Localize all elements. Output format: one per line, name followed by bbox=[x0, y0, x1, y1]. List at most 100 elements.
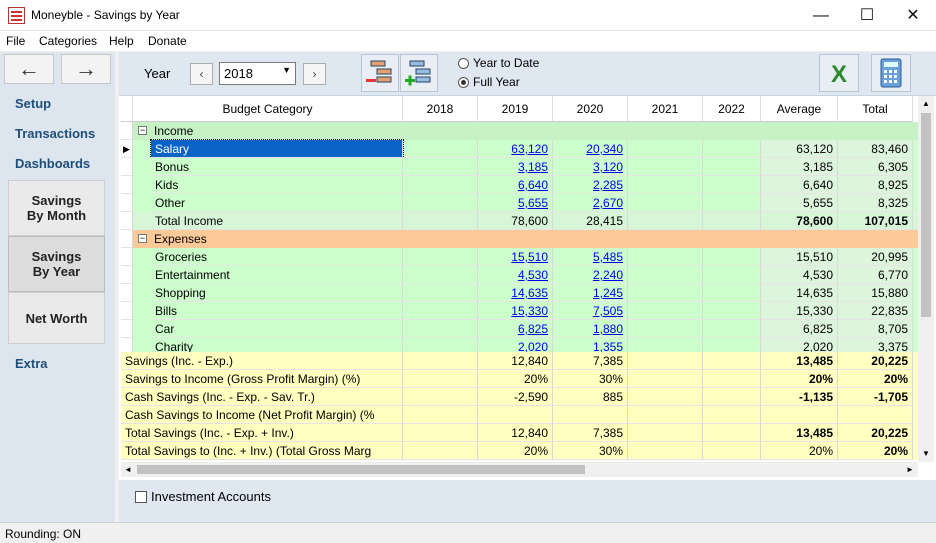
previous-year-button[interactable]: ‹ bbox=[190, 63, 213, 85]
column-header[interactable]: 2021 bbox=[628, 96, 703, 122]
sidebar-item-savings-by-year[interactable]: Savings By Year bbox=[8, 236, 105, 292]
row-selector[interactable] bbox=[121, 212, 133, 230]
total-income-row[interactable]: Total Income 78,600 28,415 78,600 107,015 bbox=[121, 212, 918, 230]
column-header[interactable]: 2019 bbox=[478, 96, 553, 122]
value-cell[interactable]: 63,120 bbox=[478, 140, 553, 158]
scroll-down-icon[interactable]: ▼ bbox=[918, 446, 934, 462]
menu-categories[interactable]: Categories bbox=[39, 34, 97, 48]
collapse-tree-button[interactable] bbox=[361, 54, 399, 92]
value-cell[interactable]: 5,485 bbox=[553, 248, 628, 266]
value-cell[interactable]: 6,825 bbox=[478, 320, 553, 338]
sidebar-item-transactions[interactable]: Transactions bbox=[15, 126, 95, 141]
value-cell[interactable]: 2,240 bbox=[553, 266, 628, 284]
collapse-minus-icon[interactable]: − bbox=[138, 126, 147, 135]
value-cell: 15,330 bbox=[761, 302, 838, 320]
table-row[interactable]: Shopping 14,635 1,245 14,635 15,880 bbox=[121, 284, 918, 302]
sidebar-item-savings-by-month[interactable]: Savings By Month bbox=[8, 180, 105, 236]
radio-dot bbox=[458, 76, 469, 88]
menu-donate[interactable]: Donate bbox=[148, 34, 187, 48]
summary-row[interactable]: Total Savings (Inc. - Exp. + Inv.) 12,840… bbox=[121, 424, 918, 442]
row-selector[interactable] bbox=[121, 266, 133, 284]
column-header[interactable]: 2020 bbox=[553, 96, 628, 122]
sidebar-item-net-worth[interactable]: Net Worth bbox=[8, 292, 105, 344]
row-selector[interactable] bbox=[121, 194, 133, 212]
column-header[interactable]: 2022 bbox=[703, 96, 761, 122]
forward-arrow-icon[interactable]: → bbox=[61, 54, 111, 84]
export-excel-button[interactable]: X bbox=[819, 54, 859, 92]
horizontal-scrollbar[interactable]: ◄ ► bbox=[121, 462, 918, 477]
value-cell[interactable]: 3,185 bbox=[478, 158, 553, 176]
year-select[interactable]: 2018 ▼ bbox=[219, 62, 296, 85]
back-arrow-icon[interactable]: ← bbox=[4, 54, 54, 84]
toolbar: Year ‹ 2018 ▼ › Year to Date Full Year X bbox=[119, 52, 936, 96]
column-header[interactable]: 2018 bbox=[403, 96, 478, 122]
value-cell: 8,925 bbox=[838, 176, 913, 194]
sidebar-item-dashboards[interactable]: Dashboards bbox=[15, 156, 90, 171]
sidebar-item-setup[interactable]: Setup bbox=[15, 96, 51, 111]
value-cell[interactable]: 2,285 bbox=[553, 176, 628, 194]
scroll-right-icon[interactable]: ► bbox=[903, 462, 917, 477]
value-cell[interactable]: 1,245 bbox=[553, 284, 628, 302]
horizontal-scroll-thumb[interactable] bbox=[137, 465, 585, 474]
column-header[interactable]: Average bbox=[761, 96, 838, 122]
maximize-button[interactable]: ☐ bbox=[844, 0, 890, 31]
summary-value bbox=[703, 352, 761, 370]
row-selector[interactable] bbox=[121, 176, 133, 194]
table-row[interactable]: Car 6,825 1,880 6,825 8,705 bbox=[121, 320, 918, 338]
table-row[interactable]: Entertainment 4,530 2,240 4,530 6,770 bbox=[121, 266, 918, 284]
value-cell bbox=[703, 158, 761, 176]
row-selector[interactable] bbox=[121, 302, 133, 320]
summary-row[interactable]: Cash Savings (Inc. - Exp. - Sav. Tr.) -2,… bbox=[121, 388, 918, 406]
next-year-button[interactable]: › bbox=[303, 63, 326, 85]
expand-tree-button[interactable] bbox=[400, 54, 438, 92]
value-cell[interactable]: 2,670 bbox=[553, 194, 628, 212]
category-cell: Entertainment bbox=[151, 266, 403, 284]
row-selector[interactable] bbox=[121, 284, 133, 302]
value-cell[interactable]: 6,640 bbox=[478, 176, 553, 194]
minimize-button[interactable]: — bbox=[798, 0, 844, 31]
budget-grid[interactable]: Budget Category 2018 2019 2020 2021 2022 Avera… bbox=[121, 96, 918, 462]
value-cell[interactable]: 4,530 bbox=[478, 266, 553, 284]
calculator-button[interactable] bbox=[871, 54, 911, 92]
column-header[interactable]: Budget Category bbox=[133, 96, 403, 122]
summary-row[interactable]: Total Savings to (Inc. + Inv.) (Total Gr… bbox=[121, 442, 918, 460]
vertical-scrollbar[interactable]: ▲ ▼ bbox=[918, 96, 934, 462]
row-selector[interactable] bbox=[121, 248, 133, 266]
value-cell[interactable]: 7,505 bbox=[553, 302, 628, 320]
menu-help[interactable]: Help bbox=[109, 34, 134, 48]
scroll-left-icon[interactable]: ◄ bbox=[121, 462, 135, 477]
value-cell[interactable]: 14,635 bbox=[478, 284, 553, 302]
radio-full-year[interactable]: Full Year bbox=[458, 75, 520, 89]
collapse-minus-icon[interactable]: − bbox=[138, 234, 147, 243]
radio-year-to-date[interactable]: Year to Date bbox=[458, 56, 539, 70]
value-cell[interactable]: 15,330 bbox=[478, 302, 553, 320]
scroll-up-icon[interactable]: ▲ bbox=[918, 96, 934, 112]
table-row[interactable]: Other 5,655 2,670 5,655 8,325 bbox=[121, 194, 918, 212]
vertical-scroll-thumb[interactable] bbox=[921, 113, 931, 317]
table-row[interactable]: ▶ Salary 63,120 20,340 63,120 83,460 bbox=[121, 139, 918, 159]
value-cell: 6,825 bbox=[761, 320, 838, 338]
summary-row[interactable]: Cash Savings to Income (Net Profit Margi… bbox=[121, 406, 918, 424]
row-selector[interactable] bbox=[121, 158, 133, 176]
summary-value: 12,840 bbox=[478, 352, 553, 370]
summary-row[interactable]: Savings (Inc. - Exp.) 12,840 7,385 13,485 20… bbox=[121, 352, 918, 370]
current-row-arrow-icon[interactable]: ▶ bbox=[121, 140, 133, 158]
value-cell[interactable]: 20,340 bbox=[553, 140, 628, 158]
table-row[interactable]: Groceries 15,510 5,485 15,510 20,995 bbox=[121, 248, 918, 266]
expenses-group-header[interactable]: − Expenses bbox=[121, 230, 918, 248]
menu-file[interactable]: File bbox=[6, 34, 25, 48]
table-row[interactable]: Kids 6,640 2,285 6,640 8,925 bbox=[121, 176, 918, 194]
income-group-header[interactable]: − Income bbox=[121, 122, 918, 140]
summary-row[interactable]: Savings to Income (Gross Profit Margin) … bbox=[121, 370, 918, 388]
column-header[interactable]: Total bbox=[838, 96, 913, 122]
value-cell[interactable]: 15,510 bbox=[478, 248, 553, 266]
sidebar-item-extra[interactable]: Extra bbox=[15, 356, 48, 371]
value-cell[interactable]: 3,120 bbox=[553, 158, 628, 176]
value-cell[interactable]: 5,655 bbox=[478, 194, 553, 212]
investment-accounts-checkbox[interactable]: Investment Accounts bbox=[135, 489, 271, 504]
table-row[interactable]: Bills 15,330 7,505 15,330 22,835 bbox=[121, 302, 918, 320]
value-cell[interactable]: 1,880 bbox=[553, 320, 628, 338]
row-selector[interactable] bbox=[121, 320, 133, 338]
close-button[interactable]: ✕ bbox=[890, 0, 936, 31]
table-row[interactable]: Bonus 3,185 3,120 3,185 6,305 bbox=[121, 158, 918, 176]
